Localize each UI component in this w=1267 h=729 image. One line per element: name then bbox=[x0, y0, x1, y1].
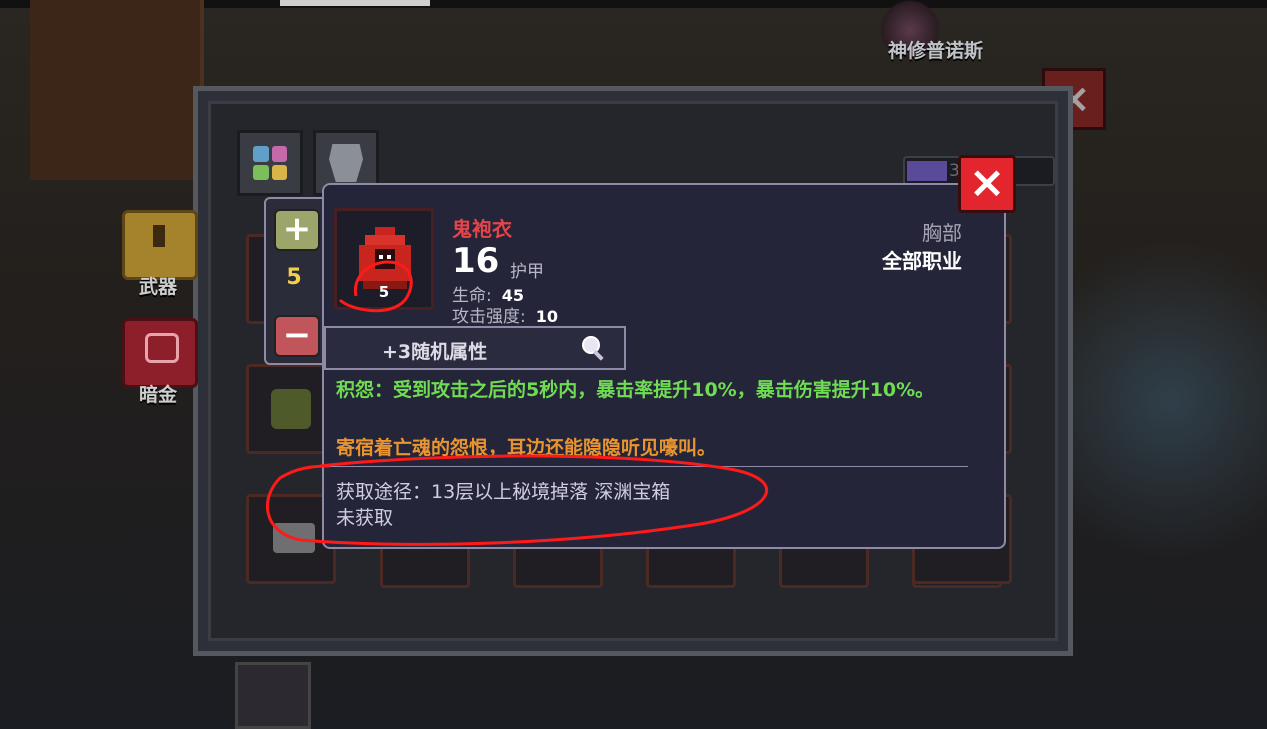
sword-icon bbox=[153, 225, 165, 247]
armor-label: 护甲 bbox=[510, 262, 544, 282]
shop-shelf bbox=[30, 0, 204, 180]
armor-value: 16 bbox=[452, 241, 500, 281]
item-tooltip: 5 鬼袍衣 16 护甲 生命: 45 攻击强度: 10 胸部 全部职业 +3随机属性… bbox=[322, 183, 1006, 549]
effect-text: 积怨：受到攻击之后的5秒内，暴击率提升10%，暴击伤害提升10%。 bbox=[336, 379, 935, 401]
chest-icon bbox=[145, 333, 179, 363]
knight-helmet-icon bbox=[329, 144, 363, 182]
side-tab-dark-gold[interactable] bbox=[122, 318, 198, 388]
bag-grid-icon bbox=[253, 146, 287, 180]
side-tab-weapon-label: 武器 bbox=[138, 276, 177, 298]
tab-bag[interactable] bbox=[237, 130, 303, 196]
tooltip-close-button[interactable]: × bbox=[958, 155, 1016, 213]
item-sprite bbox=[271, 389, 311, 429]
player-sprite bbox=[235, 662, 311, 729]
magnifier-icon[interactable] bbox=[580, 334, 608, 362]
equip-slot-type: 胸部 bbox=[922, 221, 962, 245]
top-strip bbox=[280, 0, 430, 6]
class-requirement: 全部职业 bbox=[882, 249, 962, 273]
capacity-fill bbox=[907, 161, 947, 181]
item-icon-frame: 5 bbox=[334, 208, 434, 310]
random-attributes-bar[interactable]: +3随机属性 bbox=[324, 326, 626, 370]
quantity-stepper: + 5 − bbox=[264, 197, 326, 365]
acquisition-source: 获取途径：13层以上秘境掉落 深渊宝箱 bbox=[336, 481, 671, 503]
npc-name: 神修普诺斯 bbox=[888, 40, 984, 62]
quantity-value: 5 bbox=[286, 265, 302, 290]
acquisition-status: 未获取 bbox=[336, 507, 394, 529]
divider bbox=[328, 466, 968, 467]
increment-button[interactable]: + bbox=[274, 209, 320, 251]
side-tab-weapon[interactable] bbox=[122, 210, 198, 280]
robe-icon bbox=[359, 227, 411, 289]
flavor-text: 寄宿着亡魂的怨恨，耳边还能隐隐听见嚎叫。 bbox=[336, 437, 717, 459]
random-attributes-text: +3随机属性 bbox=[382, 341, 488, 363]
item-name: 鬼袍衣 bbox=[452, 217, 512, 241]
decrement-button[interactable]: − bbox=[274, 315, 320, 357]
side-tab-dark-gold-label: 暗金 bbox=[138, 384, 177, 406]
stat-value: 10 bbox=[535, 307, 558, 326]
item-level: 5 bbox=[378, 283, 390, 301]
stat-attack: 攻击强度: 10 bbox=[452, 302, 558, 327]
item-sprite bbox=[273, 523, 315, 553]
stat-label: 攻击强度: bbox=[452, 307, 526, 327]
